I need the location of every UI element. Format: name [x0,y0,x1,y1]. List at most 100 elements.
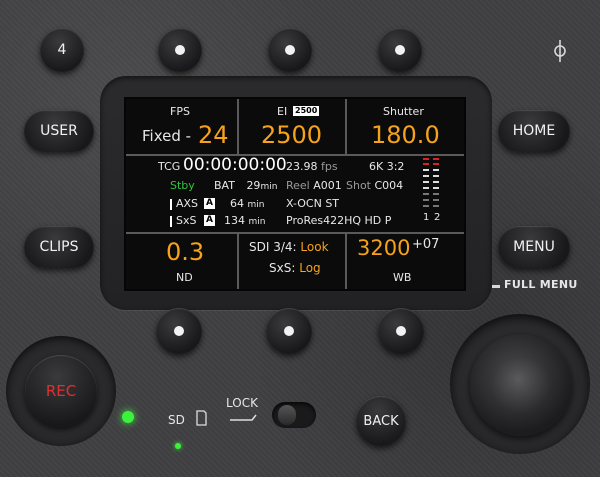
assignable-button-bottom-1[interactable] [156,308,202,354]
status-screen: FPS Fixed - 24 EI 2500 2500 Shutter 180.… [124,97,466,291]
timecode: 00:00:00:00 [183,155,287,175]
frame-rate-unit: fps [321,160,338,173]
dot-icon [395,45,405,55]
status-led [122,411,134,423]
assignable-button-bottom-3[interactable] [378,308,424,354]
sd-card-icon [196,410,207,426]
axs-slot-badge: A [204,198,215,209]
clips-button[interactable]: CLIPS [24,226,94,268]
meter-channel-2: 2 [434,212,441,223]
battery-label: BAT [214,179,235,192]
menu-button[interactable]: MENU [498,226,570,268]
axs-label: AXS [176,197,199,210]
full-menu-label: FULL MENU [504,278,578,291]
sxs-indicator [170,216,172,227]
sxs-slot-badge: A [204,215,215,226]
home-button-label: HOME [512,123,556,139]
ocn-format: X-OCN ST [286,197,340,210]
shutter-cell[interactable]: Shutter 180.0 [347,99,464,154]
sd-led [175,443,181,449]
divider [126,154,464,156]
battery-unit: min [260,182,278,192]
fps-value: 24 [198,121,229,149]
fps-title: FPS [170,105,190,118]
axs-indicator [170,199,172,210]
battery-info: BAT 29min [214,179,277,192]
lock-arrow-icon [230,414,257,421]
sxs-label: SxS [176,214,197,227]
reel-label: Reel [286,179,310,192]
reel-info: Reel A001 [286,179,342,192]
dot-icon [174,326,184,336]
user-button-label: USER [40,123,78,139]
assignable-button-top-2[interactable] [268,28,312,72]
dot-icon [175,45,185,55]
jog-dial-center [492,356,550,414]
ei-cell[interactable]: EI 2500 2500 [239,99,345,154]
dot-icon [396,326,406,336]
tcg-label: TCG [158,160,181,173]
wb-cell[interactable]: 3200 +07 WB [347,234,464,289]
shot-info: Shot C004 [346,179,403,192]
sxs-unit: min [248,217,266,227]
sdi-cell[interactable]: SDI 3/4: Look SxS: Log [239,234,345,289]
nd-label: ND [176,271,193,284]
user-button[interactable]: USER [24,110,94,152]
wb-offset: +07 [412,237,440,252]
assignable-button-top-3[interactable] [378,28,422,72]
rec-button[interactable]: REC [25,355,97,427]
sdi-line-1: SDI 3/4: Look [249,240,329,254]
lock-label: LOCK [226,396,258,410]
sxs-output-value: Log [299,261,321,275]
sxs-time: 134 [224,214,245,227]
sxs-remaining: 134 min [224,214,265,227]
shutter-title: Shutter [383,105,424,118]
clips-button-label: CLIPS [39,239,79,255]
back-button-label: BACK [363,413,399,429]
home-button[interactable]: HOME [498,110,570,152]
button-4-label: 4 [57,42,67,58]
shot-label: Shot [346,179,371,192]
ei-title: EI [277,105,288,118]
codec-format: ProRes422HQ HD P [286,214,392,227]
axs-remaining: 64 min [230,197,264,210]
frame-rate-value: 23.98 [286,160,318,173]
back-button[interactable]: BACK [356,396,406,446]
battery-value: 29 [246,179,261,192]
ei-value: 2500 [261,121,323,149]
lock-switch[interactable] [272,402,316,428]
shutter-value: 180.0 [371,121,440,149]
resolution-format: 6K 3:2 [369,160,405,173]
axs-time: 64 [230,197,244,210]
wb-value: 3200 [357,236,411,260]
wb-label: WB [393,271,412,284]
full-menu-indicator-icon [492,285,500,288]
axs-unit: min [247,200,265,210]
sxs-output-label: SxS: [269,261,296,275]
ei-badge: 2500 [293,106,320,116]
shot-value: C004 [374,179,404,192]
audio-meter: 1 2 [423,158,447,232]
sd-label: SD [168,413,185,427]
record-status: Stby [170,179,195,192]
dot-icon [284,326,294,336]
nd-cell[interactable]: 0.3 ND [126,234,237,289]
sdi-line-2: SxS: Log [269,261,321,275]
camera-control-panel: 4 USER CLIPS HOME MENU FULL MENU FPS Fix… [0,0,600,477]
jog-dial[interactable] [470,334,572,436]
rec-button-label: REC [45,382,77,400]
assignable-button-bottom-2[interactable] [266,308,312,354]
focal-plane-icon [554,40,566,62]
frame-rate: 23.98 fps [286,160,338,173]
button-4[interactable]: 4 [40,28,84,72]
nd-value: 0.3 [166,238,205,266]
menu-button-label: MENU [513,239,555,255]
reel-value: A001 [313,179,342,192]
assignable-button-top-1[interactable] [158,28,202,72]
lock-switch-knob [278,405,296,425]
sdi-label: SDI 3/4: [249,240,297,254]
sdi-value: Look [300,240,329,254]
dot-icon [285,45,295,55]
meter-channel-1: 1 [423,212,430,223]
fps-cell[interactable]: FPS Fixed - 24 [126,99,237,154]
